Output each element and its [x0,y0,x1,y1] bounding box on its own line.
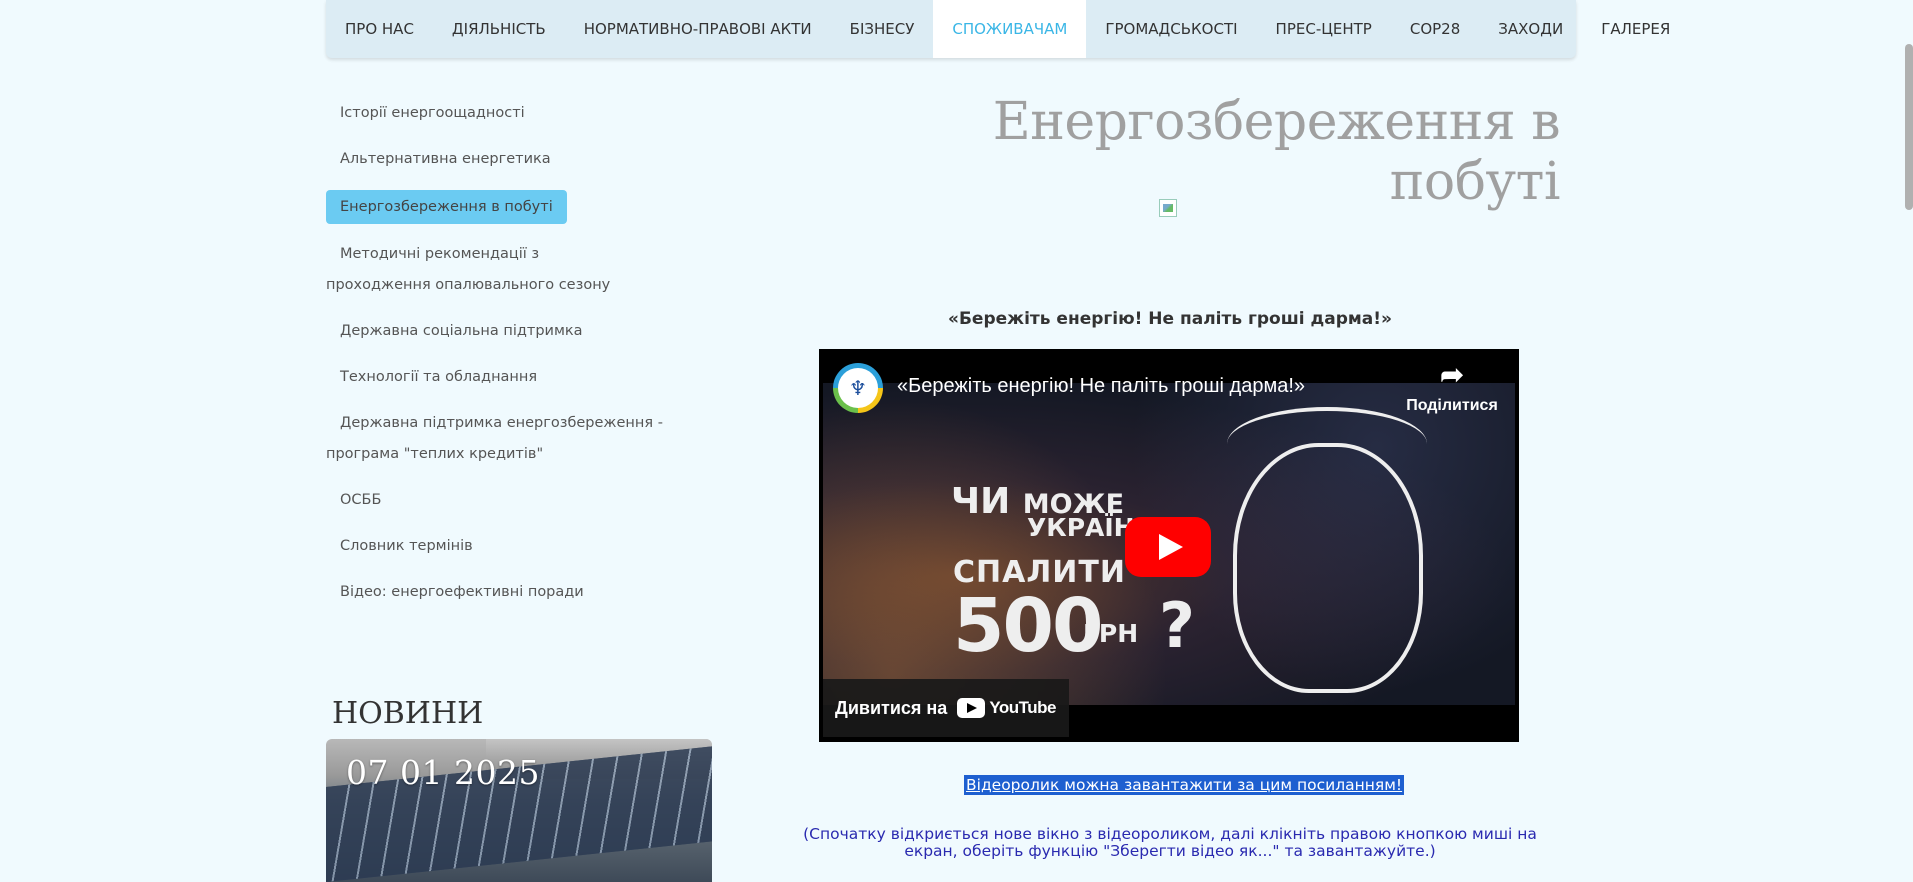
nav-item-cop28[interactable]: COP28 [1391,0,1479,58]
news-card-date: 07 01 2025 [346,753,540,792]
thumb-text: 500 [953,583,1103,669]
page-scrollbar[interactable] [1905,0,1913,882]
broken-image-icon [1159,199,1177,217]
share-icon: ➦ [1440,359,1464,390]
sidebar-item-osbb[interactable]: ОСББ [326,485,726,516]
sidebar-item-heating-season-guide[interactable]: Методичні рекомендації з проходження опа… [326,239,626,301]
video-title[interactable]: «Бережіть енергію! Не паліть гроші дарма… [897,375,1305,398]
watch-on-youtube-button[interactable]: Дивитися на YouTube [823,679,1069,737]
thumb-text: ? [1159,589,1195,662]
nav-item-gallery[interactable]: ГАЛЕРЕЯ [1582,0,1689,58]
nav-item-press-center[interactable]: ПРЕС-ЦЕНТР [1257,0,1391,58]
nav-item-legal-acts[interactable]: НОРМАТИВНО-ПРАВОВІ АКТИ [565,0,831,58]
sidebar-item-technologies[interactable]: Технології та обладнання [326,362,726,393]
nav-item-consumers[interactable]: СПОЖИВАЧАМ [933,0,1087,58]
video-heading: «Бережіть енергію! Не паліть гроші дарма… [947,309,1392,329]
youtube-logo: YouTube [957,698,1057,718]
download-video-link[interactable]: Відеоролик можна завантажити за цим поси… [964,775,1405,795]
share-button[interactable]: ➦ Поділитися [1397,361,1507,415]
sidebar-item-video-tips[interactable]: Відео: енергоефективні поради [326,577,726,608]
sidebar-item-state-social-support[interactable]: Державна соціальна підтримка [326,316,726,347]
thumb-text: ГРН [1083,619,1139,648]
page-title: Енергозбереження в побуті [992,92,1561,212]
nav-item-events[interactable]: ЗАХОДИ [1479,0,1582,58]
download-instructions: (Спочатку відкриється нове вікно з відео… [803,825,1537,860]
sidebar-item-glossary[interactable]: Словник термінів [326,531,726,562]
nav-item-activity[interactable]: ДІЯЛЬНІСТЬ [433,0,565,58]
news-heading: НОВИНИ [332,696,484,731]
nav-item-about[interactable]: ПРО НАС [326,0,433,58]
channel-logo-icon[interactable]: ♆ [833,363,883,413]
sidebar-item-alternative-energy[interactable]: Альтернативна енергетика [326,144,726,175]
youtube-embed[interactable]: ЧИ МОЖЕ УКРАЇНЕЦЬ СПАЛИТИ 500 ГРН ? ♆ «Б… [819,349,1519,742]
news-card[interactable]: 07 01 2025 [326,739,712,882]
sidebar-item-energy-stories[interactable]: Історії енергоощадності [326,98,726,129]
nav-item-public[interactable]: ГРОМАДСЬКОСТІ [1086,0,1256,58]
sidebar-menu: Історії енергоощадності Альтернативна ен… [326,98,726,623]
play-button[interactable] [1125,517,1211,577]
sidebar-item-home-energy-saving[interactable]: Енергозбереження в побуті [326,190,567,224]
portrait-drawing [1227,407,1427,693]
sidebar-item-warm-credits[interactable]: Державна підтримка енергозбереження - пр… [326,408,706,470]
nav-item-business[interactable]: БІЗНЕСУ [831,0,934,58]
main-nav: ПРО НАС ДІЯЛЬНІСТЬ НОРМАТИВНО-ПРАВОВІ АК… [326,0,1670,58]
scrollbar-thumb[interactable] [1905,44,1913,210]
youtube-icon [957,698,986,718]
